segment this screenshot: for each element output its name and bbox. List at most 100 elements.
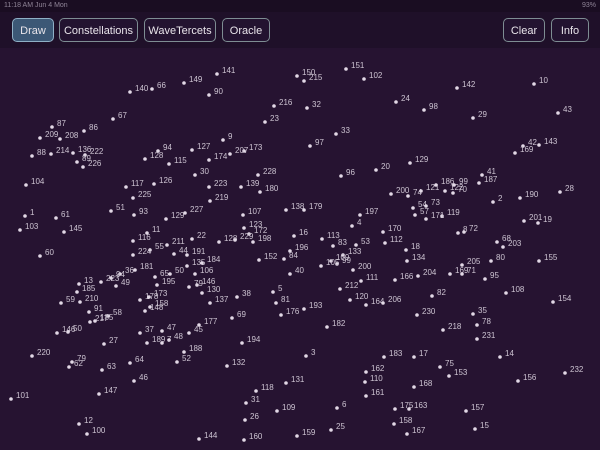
star-141[interactable]: 141	[215, 66, 236, 76]
star-20[interactable]: 20	[374, 162, 390, 172]
star-168[interactable]: 168	[412, 379, 433, 389]
star-97[interactable]: 97	[308, 138, 324, 148]
star-80[interactable]: 80	[489, 253, 505, 263]
star-51[interactable]: 51	[109, 203, 125, 213]
star-219[interactable]: 219	[208, 193, 229, 203]
oracle-button[interactable]: Oracle	[222, 18, 270, 42]
star-5[interactable]: 5	[271, 284, 283, 294]
star-146[interactable]: 146	[55, 325, 76, 335]
star-8[interactable]: 8	[456, 225, 468, 235]
star-227[interactable]: 227	[183, 205, 204, 215]
star-153[interactable]: 153	[447, 368, 468, 378]
star-111[interactable]: 111	[359, 273, 379, 283]
star-140[interactable]: 140	[128, 84, 149, 94]
star-60[interactable]: 60	[38, 248, 54, 258]
star-167[interactable]: 167	[405, 426, 426, 436]
star-9[interactable]: 9	[221, 132, 233, 142]
star-field-canvas[interactable]: 151150215 10214114966140 9010142216 322498 4…	[0, 48, 600, 450]
star-33[interactable]: 33	[334, 126, 350, 136]
wavetercets-button[interactable]: WaveTercets	[144, 18, 216, 42]
star-26[interactable]: 26	[243, 412, 259, 422]
star-61[interactable]: 61	[54, 210, 70, 220]
star-147[interactable]: 147	[97, 386, 118, 396]
star-138[interactable]: 138	[284, 202, 305, 212]
star-205[interactable]: 205	[460, 257, 481, 267]
star-14[interactable]: 14	[498, 349, 514, 359]
star-90[interactable]: 90	[207, 87, 223, 97]
star-69[interactable]: 69	[230, 310, 246, 320]
constellations-button[interactable]: Constellations	[59, 18, 138, 42]
star-10[interactable]: 10	[532, 76, 548, 86]
star-27[interactable]: 27	[102, 336, 118, 346]
star-25[interactable]: 25	[329, 422, 345, 432]
star-4[interactable]: 4	[350, 218, 362, 228]
star-53[interactable]: 53	[354, 237, 370, 247]
star-175[interactable]: 175	[393, 401, 414, 411]
star-57[interactable]: 57	[413, 207, 429, 217]
star-148[interactable]: 148	[143, 303, 164, 313]
star-112[interactable]: 112	[383, 235, 403, 245]
star-120[interactable]: 120	[348, 292, 369, 302]
star-109[interactable]: 109	[275, 403, 296, 413]
star-139[interactable]: 139	[239, 179, 260, 189]
star-188[interactable]: 188	[182, 344, 203, 354]
draw-button[interactable]: Draw	[12, 18, 54, 42]
star-78[interactable]: 78	[475, 317, 491, 327]
star-223[interactable]: 223	[207, 179, 228, 189]
star-64[interactable]: 64	[128, 355, 144, 365]
star-191[interactable]: 191	[185, 247, 206, 257]
star-12[interactable]: 12	[77, 416, 93, 426]
star-110[interactable]: 110	[363, 374, 383, 384]
star-82[interactable]: 82	[430, 288, 446, 298]
star-212[interactable]: 212	[338, 281, 359, 291]
star-17[interactable]: 17	[412, 349, 428, 359]
star-220[interactable]: 220	[30, 348, 51, 358]
star-30[interactable]: 30	[193, 167, 209, 177]
star-79[interactable]: 79	[187, 279, 203, 289]
star-130[interactable]: 130	[200, 285, 221, 295]
star-169[interactable]: 169	[448, 266, 469, 276]
star-101[interactable]: 101	[9, 391, 30, 401]
star-160[interactable]: 160	[242, 432, 263, 442]
star-45[interactable]: 45	[187, 325, 203, 335]
star-200[interactable]: 200	[389, 186, 410, 196]
star-149[interactable]: 149	[182, 75, 203, 85]
star-31[interactable]: 31	[244, 395, 260, 405]
star-105[interactable]: 105	[319, 258, 340, 268]
star-156[interactable]: 156	[516, 373, 537, 383]
star-169[interactable]: 169	[513, 145, 534, 155]
star-231[interactable]: 231	[475, 331, 496, 341]
star-228[interactable]: 228	[256, 167, 277, 177]
star-232[interactable]: 232	[563, 365, 584, 375]
star-24[interactable]: 24	[394, 94, 410, 104]
star-117[interactable]: 117	[124, 179, 144, 189]
star-106[interactable]: 106	[193, 266, 214, 276]
star-151[interactable]: 151	[344, 61, 365, 71]
star-29[interactable]: 29	[471, 110, 487, 120]
star-218[interactable]: 218	[441, 322, 462, 332]
star-37[interactable]: 37	[138, 325, 154, 335]
star-131[interactable]: 131	[284, 375, 305, 385]
star-66[interactable]: 66	[150, 81, 166, 91]
star-104[interactable]: 104	[24, 177, 45, 187]
star-154[interactable]: 154	[551, 294, 572, 304]
star-87[interactable]: 87	[50, 119, 66, 129]
star-132[interactable]: 132	[225, 358, 246, 368]
star-28[interactable]: 28	[558, 184, 574, 194]
star-144[interactable]: 144	[197, 431, 218, 441]
star-209[interactable]: 209	[38, 130, 59, 140]
star-96[interactable]: 96	[339, 168, 355, 178]
star-204[interactable]: 204	[416, 268, 437, 278]
star-15[interactable]: 15	[473, 421, 489, 431]
star-98[interactable]: 98	[422, 102, 438, 112]
star-193[interactable]: 193	[302, 301, 323, 311]
star-145[interactable]: 145	[62, 224, 83, 234]
star-210[interactable]: 210	[78, 294, 99, 304]
star-23[interactable]: 23	[263, 114, 279, 124]
star-118[interactable]: 118	[254, 383, 274, 393]
star-230[interactable]: 230	[415, 307, 436, 317]
star-214[interactable]: 214	[49, 146, 70, 156]
star-194[interactable]: 194	[240, 335, 261, 345]
star-52[interactable]: 52	[175, 354, 191, 364]
star-195[interactable]: 195	[155, 277, 176, 287]
